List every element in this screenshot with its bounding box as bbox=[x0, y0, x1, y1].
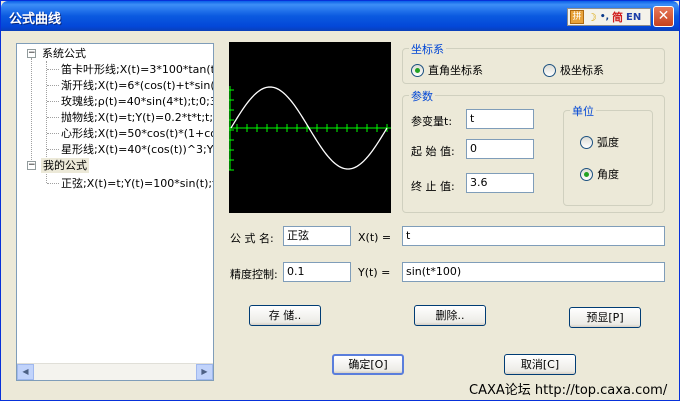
radio-label: 极坐标系 bbox=[560, 64, 604, 77]
tree-collapse-toggle[interactable]: − bbox=[27, 49, 36, 58]
x-expression-input[interactable]: t bbox=[402, 226, 665, 246]
group-title: 坐标系 bbox=[409, 41, 446, 57]
ime-toolbar[interactable]: 拼 ☽ •, 简 EN bbox=[567, 8, 651, 26]
delete-button[interactable]: 删除.. bbox=[414, 305, 486, 326]
close-icon: ✕ bbox=[657, 8, 670, 24]
group-title: 参数 bbox=[409, 88, 435, 104]
tree-connector bbox=[47, 117, 59, 118]
preview-button[interactable]: 预显[P] bbox=[569, 307, 641, 328]
horizontal-scrollbar[interactable]: ◀ ▶ bbox=[17, 363, 213, 380]
tree-connector bbox=[47, 101, 59, 102]
curve-plot bbox=[229, 86, 391, 171]
tree-item[interactable]: 渐开线;X(t)=6*(cos(t)+t*sin(t) bbox=[61, 78, 213, 93]
radio-unselected-icon bbox=[543, 63, 556, 77]
tree-item[interactable]: 抛物线;X(t)=t;Y(t)=0.2*t*t;t;-3 bbox=[61, 110, 213, 125]
arrow-left-icon: ◀ bbox=[22, 367, 29, 376]
polar-radio[interactable]: 极坐标系 bbox=[543, 62, 604, 78]
radio-selected-icon bbox=[580, 167, 593, 181]
tree-connector bbox=[47, 149, 59, 150]
tree-connector bbox=[47, 85, 59, 86]
radio-label: 弧度 bbox=[597, 136, 619, 149]
ime-logo-icon[interactable]: 拼 bbox=[570, 10, 584, 24]
tree-item[interactable]: 玫瑰线;ρ(t)=40*sin(4*t);t;0;36 bbox=[61, 94, 213, 109]
degree-radio[interactable]: 角度 bbox=[580, 166, 619, 182]
tree-connector bbox=[47, 183, 59, 184]
close-button[interactable]: ✕ bbox=[653, 6, 674, 27]
coordinate-system-group: 坐标系 直角坐标系 极坐标系 bbox=[402, 41, 665, 84]
unit-group: 单位 弧度 角度 bbox=[563, 103, 653, 206]
x-expression-label: X(t) = bbox=[358, 231, 392, 244]
end-value-label: 终 止 值: bbox=[411, 180, 455, 193]
cancel-button[interactable]: 取消[C] bbox=[504, 354, 576, 375]
y-expression-input[interactable]: sin(t*100) bbox=[402, 262, 665, 282]
moon-icon[interactable]: ☽ bbox=[587, 11, 597, 24]
simplified-toggle[interactable]: 简 bbox=[612, 9, 623, 25]
radio-unselected-icon bbox=[580, 135, 593, 149]
title-bar[interactable]: 公式曲线 拼 ☽ •, 简 EN ✕ bbox=[1, 1, 679, 31]
punctuation-icon[interactable]: •, bbox=[600, 12, 609, 22]
forum-watermark: CAXA论坛 http://top.caxa.com/ bbox=[469, 383, 668, 398]
formula-name-label: 公 式 名: bbox=[230, 232, 274, 245]
radio-label: 角度 bbox=[597, 168, 619, 181]
tree-item[interactable]: 心形线;X(t)=50*cos(t)*(1+cos bbox=[61, 126, 213, 141]
tree-connector bbox=[31, 58, 32, 166]
radio-label: 直角坐标系 bbox=[428, 64, 483, 77]
scroll-left-button[interactable]: ◀ bbox=[17, 364, 34, 380]
language-toggle[interactable]: EN bbox=[626, 12, 641, 23]
tree-group-system[interactable]: 系统公式 bbox=[42, 46, 86, 61]
tree-item[interactable]: 正弦;X(t)=t;Y(t)=100*sin(t);t;0 bbox=[61, 176, 213, 191]
start-value-label: 起 始 值: bbox=[411, 145, 455, 158]
scroll-right-button[interactable]: ▶ bbox=[196, 364, 213, 380]
ok-button[interactable]: 确定[O] bbox=[332, 354, 404, 375]
tree-item[interactable]: 笛卡叶形线;X(t)=3*100*tan(t) bbox=[61, 62, 213, 77]
tree-connector bbox=[47, 69, 59, 70]
group-title: 单位 bbox=[570, 103, 596, 119]
y-expression-label: Y(t) = bbox=[358, 266, 391, 279]
save-button[interactable]: 存 储.. bbox=[249, 305, 321, 326]
formula-tree[interactable]: − 系统公式 笛卡叶形线;X(t)=3*100*tan(t) 渐开线;X(t)=… bbox=[16, 43, 214, 381]
parameters-group: 参数 参变量t: t 起 始 值: 0 终 止 值: 3.6 单位 弧度 角度 bbox=[402, 88, 665, 213]
variable-input[interactable]: t bbox=[466, 109, 534, 129]
tree-connector bbox=[46, 61, 47, 161]
tree-group-my-formulas[interactable]: 我的公式 bbox=[41, 158, 89, 173]
radian-radio[interactable]: 弧度 bbox=[580, 134, 619, 150]
tree-connector bbox=[47, 133, 59, 134]
radio-selected-icon bbox=[411, 63, 424, 77]
tree-collapse-toggle[interactable]: − bbox=[27, 161, 36, 170]
arrow-right-icon: ▶ bbox=[201, 367, 208, 376]
precision-label: 精度控制: bbox=[230, 268, 278, 281]
precision-input[interactable]: 0.1 bbox=[283, 262, 351, 282]
formula-curve-dialog: 公式曲线 拼 ☽ •, 简 EN ✕ − 系统公式 笛卡叶形线;X(t)=3*1… bbox=[0, 0, 680, 401]
formula-name-input[interactable]: 正弦 bbox=[283, 226, 351, 246]
window-title: 公式曲线 bbox=[9, 12, 62, 27]
variable-label: 参变量t: bbox=[411, 115, 453, 128]
cartesian-radio[interactable]: 直角坐标系 bbox=[411, 62, 483, 78]
tree-item[interactable]: 星形线;X(t)=40*(cos(t))^3;Y(t) bbox=[61, 142, 213, 157]
end-value-input[interactable]: 3.6 bbox=[466, 173, 534, 193]
start-value-input[interactable]: 0 bbox=[466, 139, 534, 159]
curve-preview-canvas bbox=[229, 42, 391, 213]
